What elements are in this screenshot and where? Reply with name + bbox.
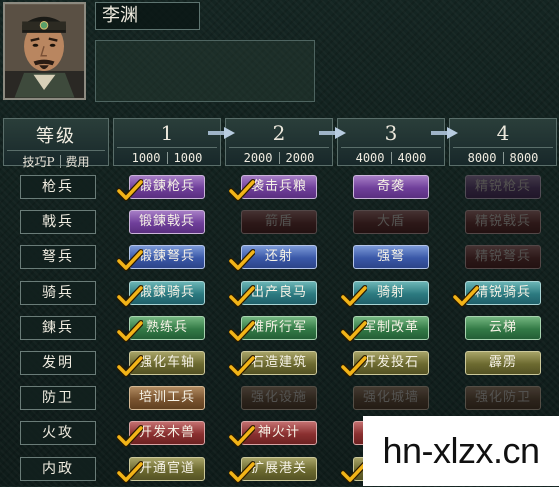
character-info-panel <box>95 40 315 102</box>
checkmark-icon <box>452 285 480 307</box>
checkmark-icon <box>340 320 368 342</box>
header-divider <box>59 155 61 168</box>
row-label: 防卫 <box>20 386 96 410</box>
level-column-4: 4 8000 8000 <box>449 118 557 166</box>
level-column-1: 1 1000 1000 <box>113 118 221 166</box>
row-label: 内政 <box>20 457 96 481</box>
technique-button[interactable]: 精锐弩兵 <box>465 245 541 269</box>
level-divider <box>502 152 504 164</box>
checkmark-icon <box>228 249 256 271</box>
technique-button[interactable]: 培训工兵 <box>129 386 205 410</box>
level-tp: 1000 <box>131 151 161 165</box>
level-title: 等级 <box>36 126 76 147</box>
technique-button[interactable]: 强化防卫 <box>465 386 541 410</box>
checkmark-icon <box>228 320 256 342</box>
checkmark-icon <box>116 320 144 342</box>
checkmark-icon <box>228 461 256 483</box>
level-number: 4 <box>496 121 510 145</box>
arrow-right-icon <box>319 127 346 139</box>
checkmark-icon <box>116 285 144 307</box>
watermark: hn-xlzx.cn <box>363 416 559 486</box>
character-name: 李渊 <box>95 2 200 30</box>
arrow-right-icon <box>431 127 458 139</box>
technique-button[interactable]: 强化设施 <box>241 386 317 410</box>
checkmark-icon <box>228 285 256 307</box>
cost-label: 费用 <box>65 155 90 169</box>
level-number: 1 <box>160 121 174 145</box>
level-header: 等级 技巧P 费用 <box>3 118 109 169</box>
checkmark-icon <box>228 355 256 377</box>
level-number: 3 <box>384 121 398 145</box>
row-label: 火攻 <box>20 421 96 445</box>
character-portrait <box>3 2 86 100</box>
technique-button[interactable]: 霹雳 <box>465 351 541 375</box>
portrait-image <box>5 4 84 98</box>
technique-points-label: 技巧P <box>22 155 55 169</box>
level-tp: 4000 <box>355 151 385 165</box>
technique-button[interactable]: 箭盾 <box>241 210 317 234</box>
row-label: 骑兵 <box>20 281 96 305</box>
checkmark-icon <box>116 179 144 201</box>
checkmark-icon <box>116 355 144 377</box>
checkmark-icon <box>228 179 256 201</box>
technique-button[interactable]: 精锐枪兵 <box>465 175 541 199</box>
technique-button[interactable]: 强化城墙 <box>353 386 429 410</box>
level-cost: 1000 <box>173 151 203 165</box>
level-column-3: 3 4000 4000 <box>337 118 445 166</box>
row-label: 枪兵 <box>20 175 96 199</box>
row-label: 弩兵 <box>20 245 96 269</box>
checkmark-icon <box>116 461 144 483</box>
level-tp: 2000 <box>243 151 273 165</box>
level-cost: 2000 <box>285 151 315 165</box>
level-cost: 8000 <box>509 151 539 165</box>
technique-button[interactable]: 大盾 <box>353 210 429 234</box>
technique-button[interactable]: 云梯 <box>465 316 541 340</box>
checkmark-icon <box>228 425 256 447</box>
level-divider <box>278 152 280 164</box>
level-column-2: 2 2000 2000 <box>225 118 333 166</box>
technique-button[interactable]: 强弩 <box>353 245 429 269</box>
technique-button[interactable]: 奇袭 <box>353 175 429 199</box>
technique-button[interactable]: 锻鍊戟兵 <box>129 210 205 234</box>
row-label: 鍊兵 <box>20 316 96 340</box>
level-divider <box>166 152 168 164</box>
checkmark-icon <box>340 285 368 307</box>
row-label: 发明 <box>20 351 96 375</box>
checkmark-icon <box>116 425 144 447</box>
level-number: 2 <box>272 121 286 145</box>
row-label: 戟兵 <box>20 210 96 234</box>
level-cost: 4000 <box>397 151 427 165</box>
technique-button[interactable]: 精锐戟兵 <box>465 210 541 234</box>
checkmark-icon <box>116 249 144 271</box>
checkmark-icon <box>340 355 368 377</box>
arrow-right-icon <box>208 127 235 139</box>
level-tp: 8000 <box>467 151 497 165</box>
level-divider <box>390 152 392 164</box>
